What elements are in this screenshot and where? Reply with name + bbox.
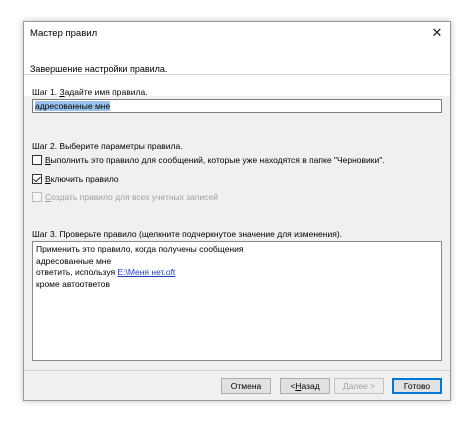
finish-button[interactable]: Готово [392,378,442,394]
window-title: Мастер правил [30,28,98,39]
step1-label-rest: адайте имя правила. [64,87,148,97]
rule-name-input[interactable]: адресованные мне [32,99,442,113]
enable-rule-rest: ключить правило [50,174,119,184]
back-button[interactable]: < Назад [280,378,330,394]
back-button-rest: азад [301,381,320,391]
step1-label: Шаг 1. Задайте имя правила. [32,87,148,97]
step3-label: Шаг 3. Проверьте правило (щелкните подче… [32,229,343,239]
close-icon[interactable]: ✕ [424,22,450,44]
footer-separator [24,370,450,371]
run-on-existing-rest: ыполнить это правило для сообщений, кото… [50,155,385,165]
all-accounts-rest: оздать правило для всех учетных записей [51,192,218,202]
title-bar[interactable]: Мастер правил ✕ [24,22,450,44]
rule-desc-line: адресованные мне [36,255,112,266]
all-accounts-label: Создать правило для всех учетных записей [45,192,218,202]
all-accounts-checkbox-row: Создать правило для всех учетных записей [32,192,218,202]
page-subtitle: Завершение настройки правила. [30,64,168,74]
enable-rule-checkbox-row[interactable]: Включить правило [32,174,119,184]
rule-desc-line: кроме автоответов [36,278,111,289]
enable-rule-label: Включить правило [45,174,119,184]
rules-wizard-dialog: Мастер правил ✕ Завершение настройки пра… [23,21,451,401]
rule-desc-line: ответить, используя E:\Меня нет.oft [36,267,438,279]
rule-desc-reply-prefix: ответить, используя [36,267,118,277]
step1-label-prefix: Шаг 1. [32,87,60,97]
rule-name-value: адресованные мне [35,101,111,111]
cancel-button[interactable]: Отмена [221,378,271,394]
run-on-existing-checkbox-row[interactable]: Выполнить это правило для сообщений, кот… [32,155,385,165]
header-separator [24,74,450,75]
all-accounts-checkbox [32,192,42,202]
enable-rule-checkbox[interactable] [32,174,42,184]
rule-description-box: Применить это правило, когда получены со… [32,241,442,361]
run-on-existing-label: Выполнить это правило для сообщений, кот… [45,155,385,165]
step2-label: Шаг 2. Выберите параметры правила. [32,141,183,151]
run-on-existing-checkbox[interactable] [32,155,42,165]
template-file-link[interactable]: E:\Меня нет.oft [117,267,175,277]
next-button: Далее > [334,378,384,394]
rule-desc-line: Применить это правило, когда получены со… [36,244,244,254]
